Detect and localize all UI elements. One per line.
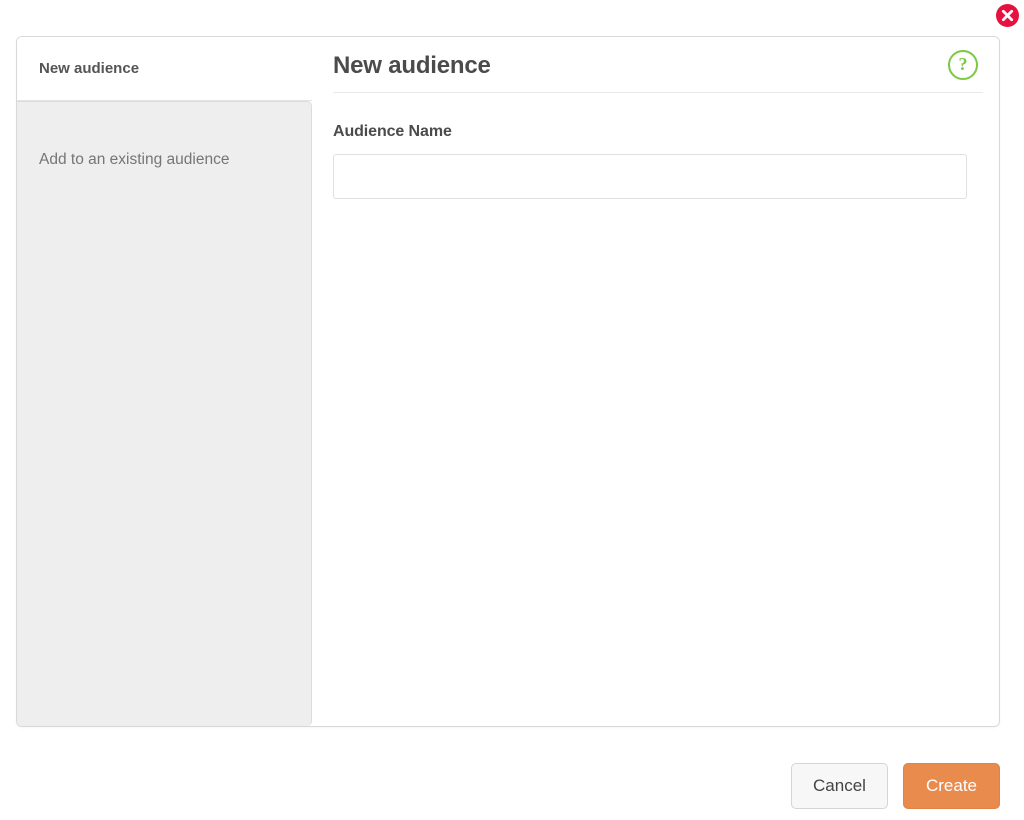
close-icon xyxy=(1001,9,1014,22)
sidebar-tab-existing-audience-label: Add to an existing audience xyxy=(39,151,230,168)
sidebar-tab-new-audience[interactable]: New audience xyxy=(17,37,312,101)
dialog-main-panel: New audience ? Audience Name xyxy=(312,37,999,726)
close-button[interactable] xyxy=(996,4,1019,27)
cancel-button[interactable]: Cancel xyxy=(791,763,888,809)
page-title: New audience xyxy=(333,51,491,79)
audience-form: Audience Name xyxy=(333,93,983,199)
dialog-header: New audience ? xyxy=(333,37,983,93)
dialog-footer: Cancel Create xyxy=(0,762,1000,810)
help-icon[interactable]: ? xyxy=(948,49,978,80)
audience-name-input[interactable] xyxy=(333,154,967,199)
sidebar-tab-new-audience-label: New audience xyxy=(39,60,140,77)
dialog-sidebar: New audience Add to an existing audience xyxy=(17,37,312,726)
new-audience-dialog: New audience Add to an existing audience… xyxy=(16,36,1000,727)
audience-name-label: Audience Name xyxy=(333,123,452,140)
sidebar-tab-existing-audience[interactable]: Add to an existing audience xyxy=(17,101,312,726)
create-button[interactable]: Create xyxy=(903,763,1000,809)
